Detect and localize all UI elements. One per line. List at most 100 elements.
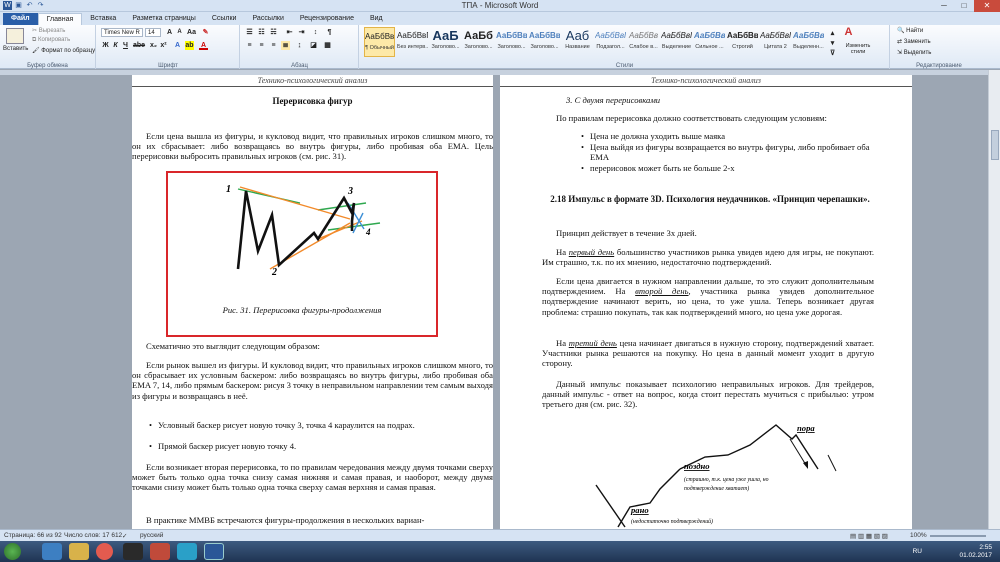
minimize-button[interactable]: ─ [934, 0, 954, 12]
chrome-icon[interactable] [96, 543, 113, 560]
cut-button[interactable]: ✂ Вырезать [32, 27, 65, 34]
style-subtle-emphasis[interactable]: АаБбВв Слабое в... [628, 27, 659, 57]
tab-page-layout[interactable]: Разметка страницы [124, 13, 204, 25]
style-title[interactable]: Ааб Название [562, 27, 593, 57]
subscript-icon[interactable]: x₂ [149, 41, 158, 50]
figure-note: (страшно, т.к. цена уже ушла, но [684, 476, 769, 483]
style-preview: АаБбВв [628, 31, 658, 40]
style-quote[interactable]: АаБбВвГг Цитата 2 [760, 27, 791, 57]
replace-button[interactable]: ⇄ Заменить [897, 38, 931, 45]
highlight-icon[interactable]: ab [185, 41, 194, 50]
change-styles-icon[interactable]: A [844, 27, 853, 38]
tab-file[interactable]: Файл [3, 13, 38, 25]
align-left-icon[interactable]: ≡ [245, 41, 254, 50]
tab-references[interactable]: Ссылки [204, 13, 245, 25]
tab-view[interactable]: Вид [362, 13, 391, 25]
input-language[interactable]: RU [913, 548, 922, 556]
find-button[interactable]: 🔍 Найти [897, 27, 923, 34]
ie-icon[interactable] [42, 543, 62, 560]
sort-icon[interactable]: ↕ [311, 28, 320, 37]
shrink-font-icon[interactable]: A [175, 28, 184, 37]
styles-scroll-up-icon[interactable]: ▴ [828, 29, 837, 38]
maximize-button[interactable]: □ [954, 0, 974, 12]
change-styles-button[interactable]: Изменить стили [838, 43, 878, 55]
text-effects-icon[interactable]: A [173, 41, 182, 50]
show-marks-icon[interactable]: ¶ [325, 28, 334, 37]
style-intense-quote[interactable]: АаБбВвГг Выделенн... [793, 27, 824, 57]
tab-review[interactable]: Рецензирование [292, 13, 362, 25]
style-strong[interactable]: АаБбВвГг Строгий [727, 27, 758, 57]
copy-label: Копировать [37, 37, 71, 43]
numbering-icon[interactable]: ☷ [257, 28, 266, 37]
style-subtitle[interactable]: АаБбВвГ Подзагол... [595, 27, 626, 57]
point-label: 3 [347, 186, 353, 197]
align-center-icon[interactable]: ≡ [257, 41, 266, 50]
decrease-indent-icon[interactable]: ⇤ [285, 28, 294, 37]
underline-icon[interactable]: Ч [121, 41, 130, 50]
style-heading2[interactable]: АаБб Заголово... [463, 27, 494, 57]
select-button[interactable]: ⇲ Выделить [897, 49, 931, 56]
bullets-icon[interactable]: ☰ [245, 28, 254, 37]
window-title: ТПА - Microsoft Word [461, 1, 539, 10]
start-button[interactable] [4, 543, 21, 560]
tab-home[interactable]: Главная [37, 13, 83, 25]
scrollbar-thumb[interactable] [991, 130, 999, 160]
app-icon[interactable] [150, 543, 170, 560]
tab-insert[interactable]: Вставка [82, 13, 124, 25]
clock-time[interactable]: 2:55 [959, 544, 992, 552]
cut-label: Вырезать [38, 28, 66, 34]
styles-more-icon[interactable]: ⊽ [828, 49, 837, 58]
borders-icon[interactable]: ▦ [323, 41, 332, 50]
increase-indent-icon[interactable]: ⇥ [297, 28, 306, 37]
change-case-icon[interactable]: Aa [187, 28, 196, 37]
zoom-slider[interactable] [930, 535, 986, 537]
app-icon[interactable] [123, 543, 143, 560]
style-heading1[interactable]: АаБ Заголово... [430, 27, 461, 57]
font-group: Times New R 14 A A Aa ✎ Ж К Ч abe x₂ x² … [97, 25, 240, 69]
app-icon[interactable] [177, 543, 197, 560]
vertical-scrollbar[interactable] [988, 70, 1000, 529]
strikethrough-icon[interactable]: abe [133, 41, 145, 50]
font-size-select[interactable]: 14 [145, 28, 161, 37]
style-heading4[interactable]: АаБбВвГ Заголово... [529, 27, 560, 57]
italic-icon[interactable]: К [111, 41, 120, 50]
style-heading3[interactable]: АаБбВвІ Заголово... [496, 27, 527, 57]
close-button[interactable]: ✕ [974, 0, 1000, 12]
proofing-icon[interactable]: ✓ [122, 532, 127, 540]
style-intense-emphasis[interactable]: АаБбВвГ Сильное ... [694, 27, 725, 57]
figure-label-rano: рано [630, 505, 649, 515]
justify-icon[interactable]: ≣ [281, 41, 290, 50]
format-painter-button[interactable]: 🖌 Формат по образцу [32, 47, 95, 54]
paste-icon[interactable] [6, 28, 24, 44]
style-no-spacing[interactable]: АаБбВвГг, Без интерв... [397, 27, 428, 57]
font-color-icon[interactable]: A [199, 41, 208, 50]
paragraph: Данный импульс показывает психологию неп… [542, 379, 874, 410]
style-normal[interactable]: АаБбВвГг, ¶ Обычный [364, 27, 395, 57]
shading-icon[interactable]: ◪ [309, 41, 318, 50]
word-taskbar-icon[interactable] [204, 543, 224, 560]
style-name: Заголово... [530, 44, 559, 50]
multilevel-list-icon[interactable]: ☵ [269, 28, 278, 37]
superscript-icon[interactable]: x² [159, 41, 168, 50]
align-right-icon[interactable]: ≡ [269, 41, 278, 50]
bold-icon[interactable]: Ж [101, 41, 110, 50]
zoom-level[interactable]: 100% [910, 532, 927, 539]
style-emphasis[interactable]: АаБбВвГг Выделение [661, 27, 692, 57]
grow-font-icon[interactable]: A [165, 28, 174, 37]
tab-mailings[interactable]: Рассылки [244, 13, 291, 25]
word-count[interactable]: Число слов: 17 612 [64, 532, 122, 539]
font-name-select[interactable]: Times New R [101, 28, 143, 37]
explorer-icon[interactable] [69, 543, 89, 560]
clear-format-icon[interactable]: ✎ [201, 28, 210, 37]
line-spacing-icon[interactable]: ↨ [295, 41, 304, 50]
paragraph: В практике ММВБ встречаются фигуры-продо… [146, 515, 425, 525]
style-preview: АаБбВвГг, [365, 32, 394, 41]
clock-date[interactable]: 01.02.2017 [959, 552, 992, 560]
styles-scroll-down-icon[interactable]: ▾ [828, 39, 837, 48]
paste-button[interactable]: Вставить [3, 46, 28, 52]
view-buttons[interactable]: ▤ ▥ ▦ ▧ ▨ [850, 532, 888, 540]
style-preview: АаБбВвІ [496, 31, 527, 40]
copy-button[interactable]: ⧉ Копировать [32, 37, 70, 44]
page-count[interactable]: Страница: 66 из 92 [4, 532, 62, 539]
language[interactable]: русский [140, 532, 163, 539]
